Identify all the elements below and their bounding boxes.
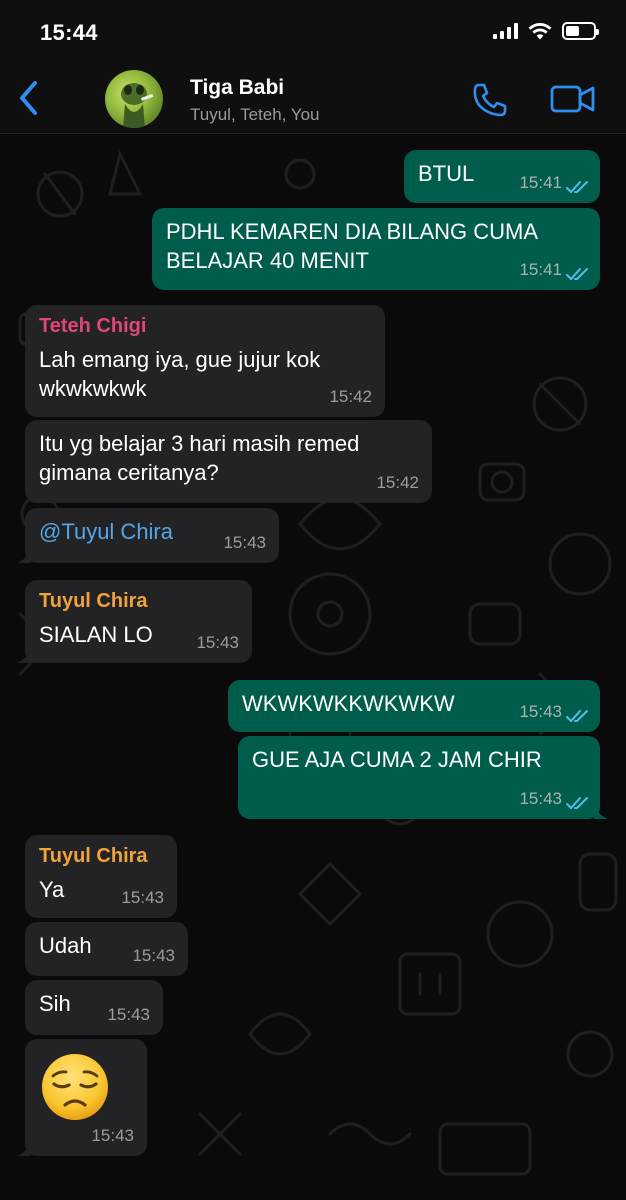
message-text: BTUL [418, 161, 475, 186]
back-button[interactable] [10, 76, 46, 120]
message-incoming[interactable]: Tuyul Chira Ya 15:43 [25, 835, 177, 918]
message-incoming[interactable]: 15:43 [17, 1039, 147, 1156]
message-sender[interactable]: Tuyul Chira [39, 842, 148, 871]
video-call-button[interactable] [550, 82, 596, 116]
read-ticks-icon [566, 181, 588, 194]
message-incoming[interactable]: Sih 15:43 [25, 980, 163, 1035]
message-time: 15:41 [519, 173, 562, 192]
message-time: 15:41 [519, 260, 562, 279]
message-text: Udah [39, 933, 92, 958]
message-text-line2: wkwkwkwk [39, 376, 147, 401]
message-text-line2: gimana ceritanya? [39, 460, 219, 485]
mention-link[interactable]: @Tuyul Chira [39, 517, 173, 546]
read-ticks-icon [566, 797, 588, 810]
message-text-line2: BELAJAR 40 MENIT [166, 248, 369, 273]
message-text: Itu yg belajar 3 hari masih remed [39, 431, 360, 456]
read-ticks-icon [566, 268, 588, 281]
bubble-tail [17, 549, 31, 563]
message-outgoing[interactable]: WKWKWKKWKWKW 15:43 [228, 680, 600, 732]
chat-header: Tiga Babi Tuyul, Teteh, You [0, 62, 626, 134]
status-time: 15:44 [40, 20, 98, 45]
message-time: 15:43 [121, 888, 164, 907]
battery-icon [562, 22, 599, 40]
message-time: 15:43 [107, 1005, 150, 1024]
status-icons [493, 22, 599, 40]
video-camera-icon [550, 85, 595, 113]
group-avatar[interactable] [105, 70, 163, 128]
bubble-tail [594, 805, 608, 819]
message-outgoing[interactable]: BTUL 15:41 [404, 150, 600, 203]
message-text: WKWKWKKWKWKW [242, 691, 455, 716]
message-time: 15:43 [223, 533, 266, 552]
message-incoming[interactable]: Tuyul Chira SIALAN LO 15:43 [17, 580, 252, 663]
avatar-image [121, 83, 154, 128]
bubble-tail [17, 649, 31, 663]
message-incoming[interactable]: Itu yg belajar 3 hari masih remed gimana… [25, 420, 432, 503]
message-text: Ya [39, 877, 65, 902]
message-text: PDHL KEMAREN DIA BILANG CUMA [166, 219, 539, 244]
bubble-tail [17, 1142, 31, 1156]
message-sender[interactable]: Tuyul Chira [39, 587, 148, 616]
message-time: 15:43 [196, 633, 239, 652]
status-bar: 15:44 [0, 0, 626, 62]
chat-title[interactable]: Tiga Babi [190, 76, 284, 100]
message-text: Lah emang iya, gue jujur kok [39, 347, 321, 372]
disappointed-face-emoji-icon [42, 1054, 108, 1120]
message-text: Sih [39, 991, 71, 1016]
voice-call-button[interactable] [470, 80, 510, 120]
message-incoming[interactable]: Teteh Chigi Lah emang iya, gue jujur kok… [25, 305, 385, 417]
message-sender[interactable]: Teteh Chigi [39, 312, 146, 341]
chat-participants[interactable]: Tuyul, Teteh, You [190, 105, 320, 125]
chevron-left-icon [20, 81, 37, 115]
phone-icon [473, 83, 507, 117]
message-time: 15:43 [519, 702, 562, 721]
message-text: SIALAN LO [39, 622, 153, 647]
read-ticks-icon [566, 710, 588, 723]
message-outgoing[interactable]: PDHL KEMAREN DIA BILANG CUMA BELAJAR 40 … [152, 208, 600, 290]
wifi-icon [528, 23, 552, 40]
message-time: 15:42 [376, 473, 419, 492]
message-text: GUE AJA CUMA 2 JAM CHIR [252, 747, 542, 772]
chat-area[interactable]: BTUL 15:41 PDHL KEMAREN DIA BILANG CUMA … [0, 134, 626, 1200]
message-time: 15:43 [519, 789, 562, 808]
message-time: 15:42 [329, 387, 372, 406]
message-incoming[interactable]: @Tuyul Chira 15:43 [17, 508, 279, 563]
message-time: 15:43 [132, 946, 175, 965]
message-incoming[interactable]: Udah 15:43 [25, 922, 188, 976]
message-outgoing[interactable]: GUE AJA CUMA 2 JAM CHIR 15:43 [238, 736, 608, 819]
cellular-signal-icon [493, 23, 518, 39]
message-time: 15:43 [91, 1126, 134, 1145]
